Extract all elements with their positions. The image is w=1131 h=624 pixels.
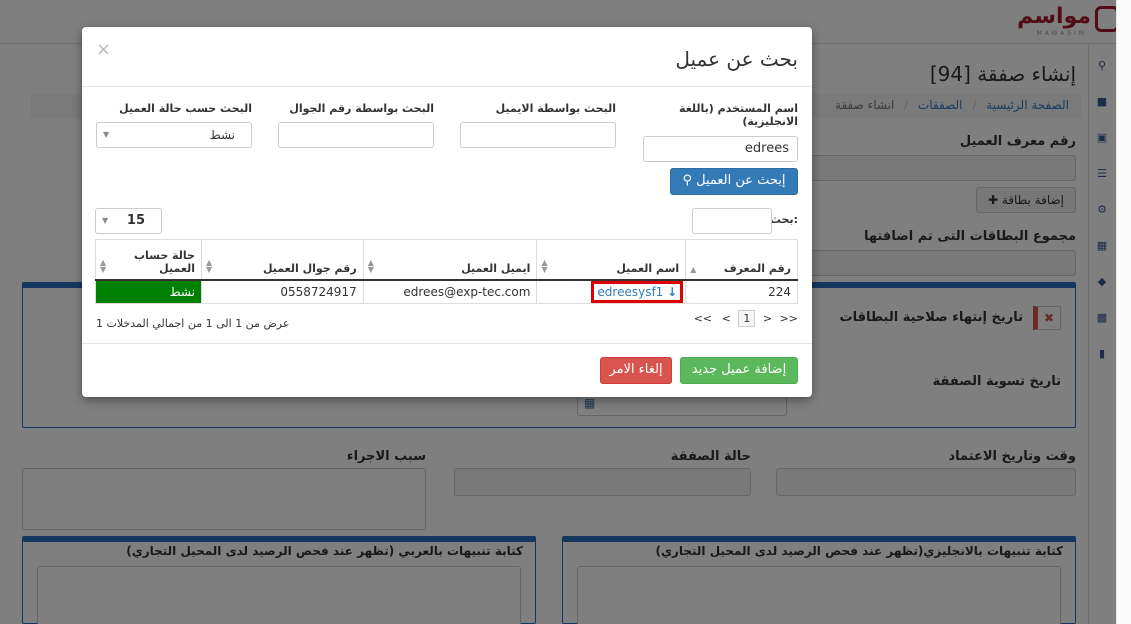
pagination-first[interactable]: << [694, 312, 712, 325]
pagination: << < 1 > >> [694, 310, 798, 327]
column-header-status[interactable]: حالة حساب العميل ▲ ▼ [95, 239, 202, 281]
pagination-current[interactable]: 1 [738, 310, 756, 327]
cell-id: 224 [685, 279, 798, 304]
cell-name: edreesysf1 ↓ [536, 279, 687, 304]
table-search-input[interactable] [692, 208, 772, 234]
page-size-value: 15 [126, 213, 145, 228]
customer-name-link[interactable]: edreesysf1 ↓ [591, 280, 684, 303]
mobile-filter-input[interactable] [278, 122, 434, 148]
column-header-name[interactable]: اسم العميل ▲ ▼ [536, 239, 687, 281]
pagination-next[interactable]: > [763, 312, 772, 325]
sort-icon: ▲ ▼ [541, 257, 548, 274]
page-size-select[interactable]: 15 ▼ [95, 208, 162, 234]
email-filter-input[interactable] [460, 122, 616, 148]
cell-status: نشط [95, 279, 202, 304]
sort-asc-icon: ▲ [690, 264, 697, 274]
chevron-down-icon: ▼ [103, 130, 110, 139]
search-icon: ⚲ [682, 173, 697, 188]
pagination-last[interactable]: >> [780, 312, 798, 325]
column-header-id[interactable]: رقم المعرف ▲ [685, 239, 798, 281]
pagination-prev[interactable]: < [722, 312, 731, 325]
customer-search-modal: × بحث عن عميل اسم المستخدم (باللغة الانج… [82, 27, 812, 397]
page-scrollbar[interactable] [1116, 0, 1131, 624]
search-customer-button[interactable]: ⚲ إبحث عن العميل [670, 168, 798, 195]
sort-icon: ▲ ▼ [367, 257, 374, 274]
sort-icon: ▲ ▼ [100, 257, 107, 274]
cell-email: edrees@exp-tec.com [362, 279, 538, 304]
username-filter-input[interactable]: edrees [643, 136, 798, 162]
status-filter-select[interactable]: نشط ▼ [96, 122, 252, 148]
column-header-email[interactable]: ايميل العميل ▲ ▼ [362, 239, 538, 281]
mobile-filter-label: البحث بواسطة رقم الجوال [289, 102, 434, 115]
modal-header-divider [82, 86, 812, 87]
close-icon[interactable]: × [96, 39, 111, 60]
chevron-down-icon: ▼ [102, 216, 109, 225]
email-filter-label: البحث بواسطة الايميل [495, 102, 616, 115]
cancel-button[interactable]: إلغاء الامر [600, 357, 672, 384]
column-header-mobile[interactable]: رقم جوال العميل ▲ ▼ [200, 239, 364, 281]
modal-title: بحث عن عميل [675, 47, 798, 71]
results-table: رقم المعرف ▲ اسم العميل ▲ ▼ ايميل العميل ▲ ▼ … [95, 239, 798, 304]
arrow-down-icon: ↓ [667, 284, 678, 299]
sort-icon: ▲ ▼ [205, 257, 213, 274]
table-search-label: بحث: [769, 213, 798, 226]
table-info: عرض من 1 الى 1 من اجمالي المدخلات 1 [96, 317, 290, 330]
add-customer-button[interactable]: إضافة عميل جديد [680, 357, 798, 384]
table-row: 224 edreesysf1 ↓ edrees@exp-tec.com 0558… [95, 279, 798, 304]
username-filter-label: اسم المستخدم (باللغة الانجليزية) [679, 102, 798, 128]
cell-mobile: 0558724917 [200, 279, 364, 304]
status-filter-value: نشط [209, 128, 235, 142]
modal-footer-divider [82, 343, 812, 344]
status-filter-label: البحث حسب حالة العميل [119, 102, 252, 115]
